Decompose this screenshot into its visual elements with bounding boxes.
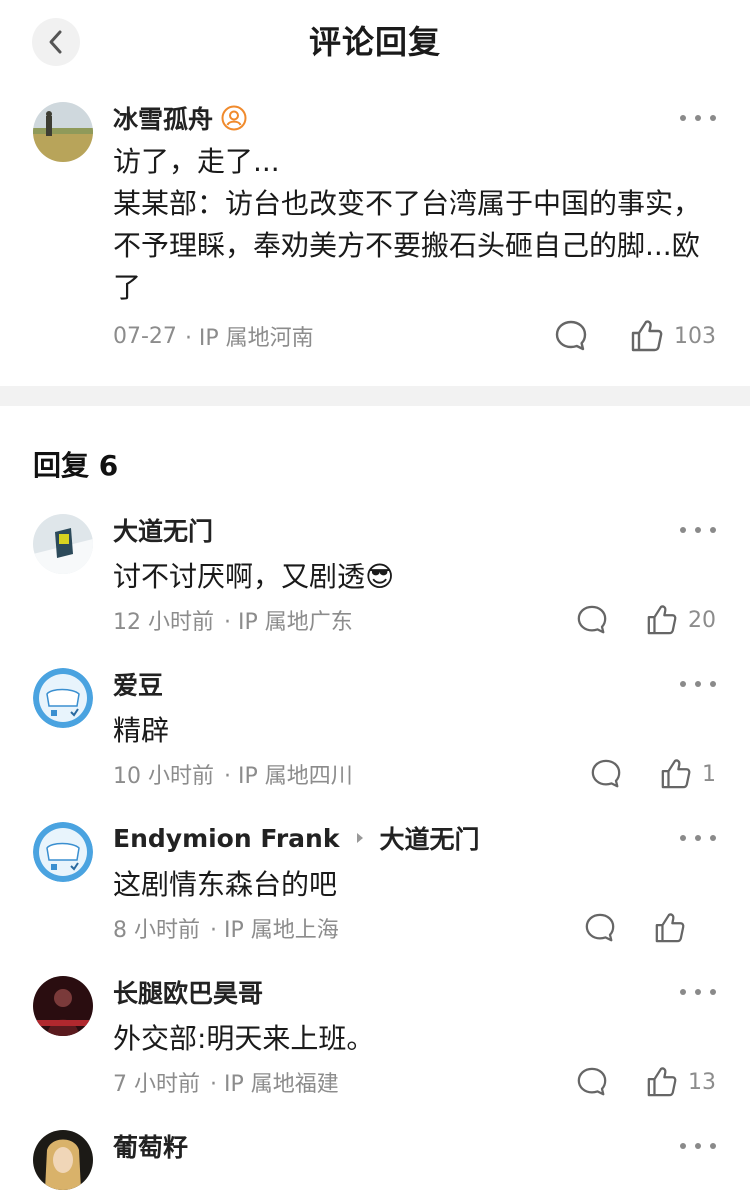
more-options-button[interactable] [680,986,716,998]
reply-text: 精辟 [113,714,170,747]
avatar[interactable] [33,102,93,162]
author-line: 长腿欧巴昊哥 [113,974,716,1010]
ip-location: · IP 属地福建 [210,1072,339,1097]
comment-text-body: 某某部：访台也改变不了台湾属于中国的事实，不予理睬，奉劝美方不要搬石头砸自己的脚… [113,187,702,304]
comment-text-line: 访了，走了... [113,145,280,178]
more-options-button[interactable] [680,112,716,124]
replies-count-heading: 回复 6 [33,449,119,482]
ip-location: · IP 属地河南 [184,326,314,351]
reply-text: 讨不讨厌啊，又剧透😎 [113,560,395,593]
reply-item: 长腿欧巴昊哥 外交部:明天来上班。 7 小时前 · IP 属地福建 13 [0,974,750,1102]
timestamp: 8 小时前 [113,918,200,943]
author-name[interactable]: 大道无门 [113,512,213,548]
author-line: 爱豆 [113,666,716,702]
reply-text: 外交部:明天来上班。 [113,1022,375,1055]
top-bar: 评论回复 [0,0,750,84]
page-title: 评论回复 [308,23,441,61]
like-count: 1 [702,761,716,787]
more-options-button[interactable] [680,524,716,536]
comment-reply-icon[interactable] [554,319,588,353]
reply-item: 爱豆 精辟 10 小时前 · IP 属地四川 1 [0,666,750,794]
timestamp: 07-27 [113,323,177,349]
reply-meta: 8 小时前 · IP 属地上海 [113,908,716,948]
author-name[interactable]: 冰雪孤舟 [113,100,213,136]
author-name[interactable]: 爱豆 [113,666,163,702]
reply-to-arrow-icon [355,831,365,845]
comment-reply-icon[interactable] [584,912,616,944]
like-count: 103 [674,323,716,349]
author-name[interactable]: 长腿欧巴昊哥 [113,974,263,1010]
author-line: 冰雪孤舟 [113,100,716,136]
reply-meta: 7 小时前 · IP 属地福建 13 [113,1062,716,1102]
more-options-button[interactable] [680,1140,716,1152]
comment-reply-icon[interactable] [576,604,608,636]
thumbs-up-icon[interactable] [646,1066,678,1098]
reply-to-name[interactable]: 大道无门 [379,820,479,856]
ip-location: · IP 属地四川 [224,764,353,789]
more-options-button[interactable] [680,832,716,844]
timestamp: 10 小时前 [113,764,214,789]
reply-item: Endymion Frank 大道无门 这剧情东森台的吧 8 小时前 · IP … [0,820,750,948]
reply-text: 这剧情东森台的吧 [113,868,338,901]
author-line: Endymion Frank 大道无门 [113,820,716,856]
reply-meta: 10 小时前 · IP 属地四川 1 [113,754,716,794]
like-count: 20 [688,607,716,633]
like-count: 13 [688,1069,716,1095]
author-name[interactable]: Endymion Frank [113,824,339,853]
reply-item: 大道无门 讨不讨厌啊，又剧透😎 12 小时前 · IP 属地广东 20 [0,512,750,640]
section-divider [0,386,750,406]
avatar[interactable] [33,976,93,1036]
avatar[interactable] [33,822,93,882]
author-name[interactable]: 葡萄籽 [113,1128,188,1164]
user-badge-icon [221,105,247,131]
avatar[interactable] [33,1130,93,1190]
author-line: 大道无门 [113,512,716,548]
comment-text: 访了，走了... 某某部：访台也改变不了台湾属于中国的事实，不予理睬，奉劝美方不… [113,141,716,309]
avatar[interactable] [33,514,93,574]
comment-meta: 07-27 · IP 属地河南 103 [113,316,716,356]
comment-reply-icon[interactable] [590,758,622,790]
avatar[interactable] [33,668,93,728]
thumbs-up-icon[interactable] [660,758,692,790]
reply-item: 葡萄籽 [0,1128,750,1190]
thumbs-up-icon[interactable] [630,319,664,353]
timestamp: 7 小时前 [113,1072,200,1097]
ip-location: · IP 属地上海 [210,918,339,943]
more-options-button[interactable] [680,678,716,690]
reply-meta: 12 小时前 · IP 属地广东 20 [113,600,716,640]
ip-location: · IP 属地广东 [224,610,353,635]
author-line: 葡萄籽 [113,1128,716,1164]
thumbs-up-icon[interactable] [654,912,686,944]
main-comment: 冰雪孤舟 访了，走了... 某某部：访台也改变不了台湾属于中国的事实，不予理睬，… [0,100,750,356]
comment-reply-icon[interactable] [576,1066,608,1098]
thumbs-up-icon[interactable] [646,604,678,636]
timestamp: 12 小时前 [113,610,214,635]
